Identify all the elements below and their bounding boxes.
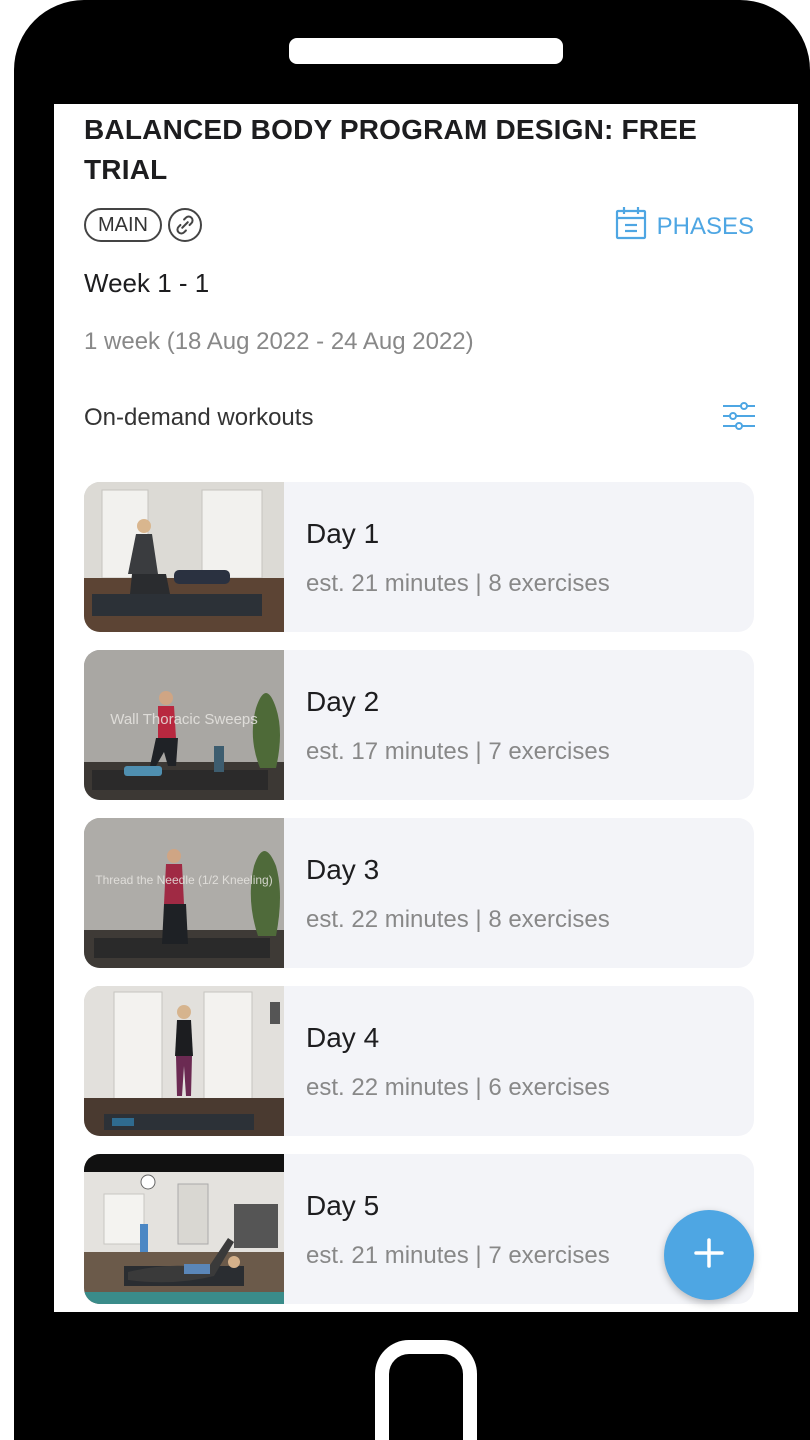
workout-thumbnail [84,1154,284,1304]
week-range: 1 week (18 Aug 2022 - 24 Aug 2022) [84,328,474,355]
workout-card-day-3[interactable]: Thread the Needle (1/2 Kneeling) Day 3 e… [84,818,754,968]
workout-meta: est. 17 minutes | 7 exercises [306,738,610,765]
week-title: Week 1 - 1 [84,268,210,298]
workout-day-label: Day 1 [306,518,380,549]
thumbnail-overlay-text: Thread the Needle (1/2 Kneeling) [95,873,272,887]
workout-card-day-2[interactable]: Wall Thoracic Sweeps Day 2 est. 17 minut… [84,650,754,800]
workout-card-day-4[interactable]: Day 4 est. 22 minutes | 6 exercises [84,986,754,1136]
workout-meta: est. 22 minutes | 8 exercises [306,906,610,933]
workout-thumbnail [84,986,284,1136]
workout-day-label: Day 2 [306,686,380,717]
workout-thumbnail: Thread the Needle (1/2 Kneeling) [84,818,284,968]
phases-label: PHASES [656,212,754,240]
workout-thumbnail [84,482,284,632]
phone-speaker [289,38,563,64]
workout-meta: est. 22 minutes | 6 exercises [306,1074,610,1101]
sliders-icon[interactable] [722,400,756,437]
program-title: BALANCED BODY PROGRAM DESIGN: FREE TRIAL [84,114,697,185]
link-icon[interactable] [168,208,202,242]
phone-frame: BALANCED BODY PROGRAM DESIGN: FREE TRIAL… [14,0,810,1440]
app-screen: BALANCED BODY PROGRAM DESIGN: FREE TRIAL… [54,104,798,1312]
workout-card-day-5[interactable]: Day 5 est. 21 minutes | 7 exercises [84,1154,754,1304]
workout-thumbnail: Wall Thoracic Sweeps [84,650,284,800]
workout-day-label: Day 4 [306,1022,380,1053]
workout-day-label: Day 3 [306,854,380,885]
plus-icon [692,1236,726,1275]
thumbnail-overlay-text: Wall Thoracic Sweeps [110,711,258,728]
section-label: On-demand workouts [84,404,314,431]
workout-meta: est. 21 minutes | 7 exercises [306,1242,610,1269]
home-button[interactable] [375,1340,477,1440]
calendar-icon [615,206,647,247]
add-workout-button[interactable] [664,1210,754,1300]
program-tags: MAIN [84,208,202,242]
phases-button[interactable]: PHASES [615,206,754,247]
workout-meta: est. 21 minutes | 8 exercises [306,570,610,597]
workout-day-label: Day 5 [306,1190,380,1221]
tag-main[interactable]: MAIN [84,208,162,242]
workout-card-day-1[interactable]: Day 1 est. 21 minutes | 8 exercises [84,482,754,632]
